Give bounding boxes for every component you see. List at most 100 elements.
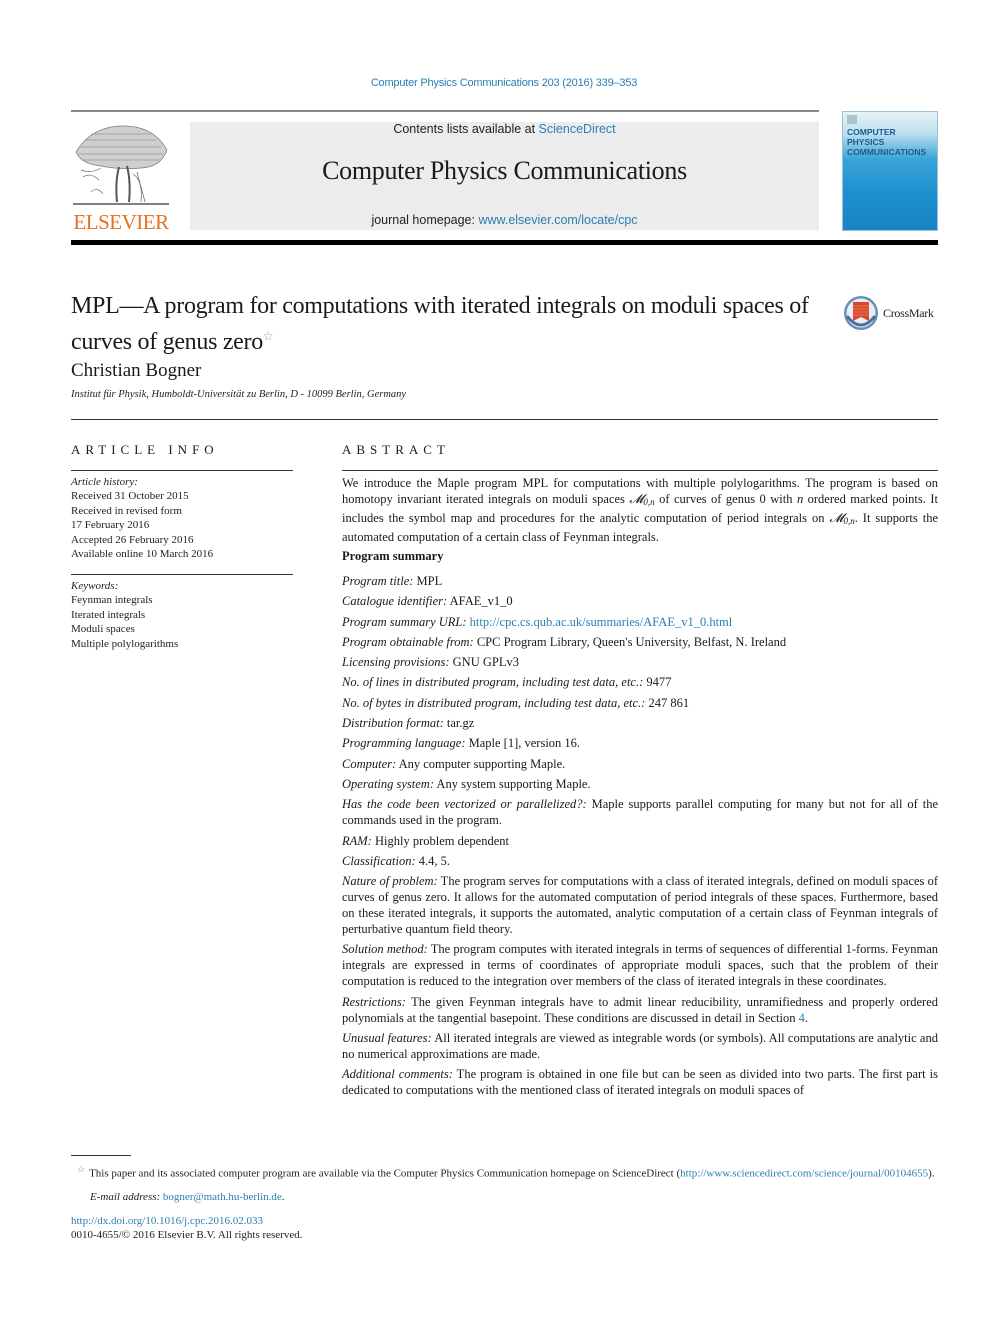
title-footnote-star-icon[interactable]: ☆ bbox=[263, 329, 274, 343]
copyright-notice: 0010-4655/© 2016 Elsevier B.V. All right… bbox=[71, 1229, 303, 1241]
program-summary-item: Nature of problem: The program serves fo… bbox=[342, 873, 938, 937]
program-summary-item: Additional comments: The program is obta… bbox=[342, 1066, 938, 1098]
summary-key: Programming language: bbox=[342, 736, 466, 751]
email-label: E-mail address: bbox=[90, 1191, 161, 1203]
doi-link[interactable]: http://dx.doi.org/10.1016/j.cpc.2016.02.… bbox=[71, 1215, 263, 1227]
summary-key: Additional comments: bbox=[342, 1067, 453, 1082]
summary-value: 9477 bbox=[643, 675, 672, 690]
summary-key: Unusual features: bbox=[342, 1031, 432, 1046]
summary-key: Nature of problem: bbox=[342, 874, 438, 889]
summary-key: Program summary URL: bbox=[342, 614, 467, 629]
cover-logo-icon bbox=[847, 115, 857, 124]
moduli-space-symbol-2: 𝓜0,n bbox=[829, 511, 855, 526]
summary-value: All iterated integrals are viewed as int… bbox=[342, 1031, 938, 1062]
summary-key: No. of lines in distributed program, inc… bbox=[342, 675, 644, 690]
program-summary-item: No. of lines in distributed program, inc… bbox=[342, 674, 938, 690]
article-history-heading: Article history: bbox=[71, 476, 138, 488]
program-summary-item: Classification: 4.4, 5. bbox=[342, 853, 938, 869]
summary-value: AFAE_v1_0 bbox=[447, 594, 513, 609]
footnote-suffix: ). bbox=[928, 1167, 935, 1180]
cover-title-line2: COMMUNICATIONS bbox=[847, 147, 927, 157]
header-divider bbox=[71, 240, 938, 245]
abstract-text: We introduce the Maple program MPL for c… bbox=[342, 475, 938, 545]
program-summary-item: Program title: MPL bbox=[342, 573, 938, 589]
sciencedirect-link[interactable]: ScienceDirect bbox=[539, 122, 616, 136]
journal-title: Computer Physics Communications bbox=[322, 156, 687, 185]
summary-key: Operating system: bbox=[342, 776, 434, 791]
author-divider bbox=[71, 419, 938, 420]
history-item: Accepted 26 February 2016 bbox=[71, 533, 194, 546]
email-link[interactable]: bogner@math.hu-berlin.de bbox=[163, 1191, 282, 1203]
keyword-item: Iterated integrals bbox=[71, 608, 146, 621]
elsevier-tree-icon bbox=[71, 122, 171, 208]
keywords-list: Keywords: Feynman integrals Iterated int… bbox=[71, 579, 296, 651]
contents-prefix: Contents lists available at bbox=[393, 122, 539, 136]
summary-key: Restrictions: bbox=[342, 994, 406, 1009]
summary-key: No. of bytes in distributed program, inc… bbox=[342, 695, 646, 710]
footnote: ☆ This paper and its associated computer … bbox=[71, 1162, 938, 1181]
keyword-item: Moduli spaces bbox=[71, 623, 135, 636]
journal-reference-link[interactable]: Computer Physics Communications 203 (201… bbox=[0, 77, 992, 89]
crossmark-badge[interactable]: CrossMark bbox=[843, 294, 943, 332]
program-summary-item: Restrictions: The given Feynman integral… bbox=[342, 994, 938, 1026]
summary-key: Solution method: bbox=[342, 942, 428, 957]
contents-line: Contents lists available at ScienceDirec… bbox=[190, 122, 819, 136]
elsevier-logo[interactable]: ELSEVIER bbox=[71, 122, 171, 234]
program-summary-list: Program title: MPL Catalogue identifier: … bbox=[342, 573, 938, 1103]
summary-key: Licensing provisions: bbox=[342, 655, 450, 670]
summary-value: Any computer supporting Maple. bbox=[396, 756, 566, 771]
program-summary-item: RAM: Highly problem dependent bbox=[342, 833, 938, 849]
elsevier-wordmark: ELSEVIER bbox=[73, 210, 169, 234]
crossmark-label: CrossMark bbox=[883, 306, 934, 320]
article-info-heading: ARTICLE INFO bbox=[71, 442, 219, 457]
homepage-line: journal homepage: www.elsevier.com/locat… bbox=[190, 213, 819, 227]
keyword-item: Feynman integrals bbox=[71, 594, 153, 607]
program-summary-item: Licensing provisions: GNU GPLv3 bbox=[342, 654, 938, 670]
cover-title-line1: COMPUTER PHYSICS bbox=[847, 127, 896, 147]
history-item: Available online 10 March 2016 bbox=[71, 548, 214, 561]
moduli-subscript: 0,n bbox=[643, 497, 655, 507]
summary-link[interactable]: http://cpc.cs.qub.ac.uk/summaries/AFAE_v… bbox=[470, 615, 733, 629]
footnote-text: This paper and its associated computer p… bbox=[89, 1167, 681, 1180]
program-summary-item: Programming language: Maple [1], version… bbox=[342, 735, 938, 751]
summary-key: Classification: bbox=[342, 853, 416, 868]
abstract-heading: ABSTRACT bbox=[342, 442, 450, 457]
program-summary-heading: Program summary bbox=[342, 549, 444, 563]
program-summary-item: Has the code been vectorized or parallel… bbox=[342, 796, 938, 828]
summary-key: Has the code been vectorized or parallel… bbox=[342, 797, 587, 812]
program-summary-item: Operating system: Any system supporting … bbox=[342, 776, 938, 792]
abstract-part2: of curves of genus 0 with bbox=[654, 492, 797, 506]
keywords-divider bbox=[71, 574, 293, 575]
keywords-heading: Keywords: bbox=[71, 580, 119, 592]
summary-value: CPC Program Library, Queen's University,… bbox=[473, 634, 787, 649]
moduli-space-symbol: 𝓜0,n bbox=[629, 492, 655, 507]
summary-key: Distribution format: bbox=[342, 716, 444, 731]
history-item: Received in revised form bbox=[71, 504, 182, 517]
moduli-subscript: 0,n bbox=[843, 516, 855, 526]
history-item: 17 February 2016 bbox=[71, 519, 150, 532]
program-summary-item: Program summary URL: http://cpc.cs.qub.a… bbox=[342, 614, 938, 630]
journal-cover-image[interactable]: COMPUTER PHYSICS COMMUNICATIONS bbox=[842, 111, 938, 231]
email-suffix: . bbox=[281, 1191, 285, 1203]
summary-key: Catalogue identifier: bbox=[342, 594, 448, 609]
author-affiliation: Institut für Physik, Humboldt-Universitä… bbox=[71, 389, 407, 400]
cover-title: COMPUTER PHYSICS COMMUNICATIONS bbox=[847, 127, 935, 157]
summary-value: The given Feynman integrals have to admi… bbox=[342, 994, 938, 1025]
summary-key: RAM: bbox=[342, 833, 372, 848]
journal-homepage-link[interactable]: www.elsevier.com/locate/cpc bbox=[478, 213, 637, 227]
top-divider bbox=[71, 110, 819, 112]
article-history: Article history: Received 31 October 201… bbox=[71, 475, 296, 561]
sciencedirect-journal-link[interactable]: http://www.sciencedirect.com/science/jou… bbox=[680, 1168, 928, 1180]
article-title: MPL—A program for computations with iter… bbox=[71, 291, 831, 357]
summary-key: Program obtainable from: bbox=[342, 634, 474, 649]
article-title-text: MPL—A program for computations with iter… bbox=[71, 293, 809, 355]
summary-suffix: . bbox=[804, 1010, 808, 1025]
program-summary-item: Distribution format: tar.gz bbox=[342, 715, 938, 731]
summary-value: 247 861 bbox=[645, 695, 690, 710]
footnote-star-icon: ☆ bbox=[77, 1164, 86, 1174]
summary-value: MPL bbox=[413, 574, 443, 588]
summary-key: Program title: bbox=[342, 574, 414, 588]
footnote-divider bbox=[71, 1155, 131, 1156]
program-summary-item: Catalogue identifier: AFAE_v1_0 bbox=[342, 593, 938, 609]
article-info-divider bbox=[71, 470, 293, 471]
